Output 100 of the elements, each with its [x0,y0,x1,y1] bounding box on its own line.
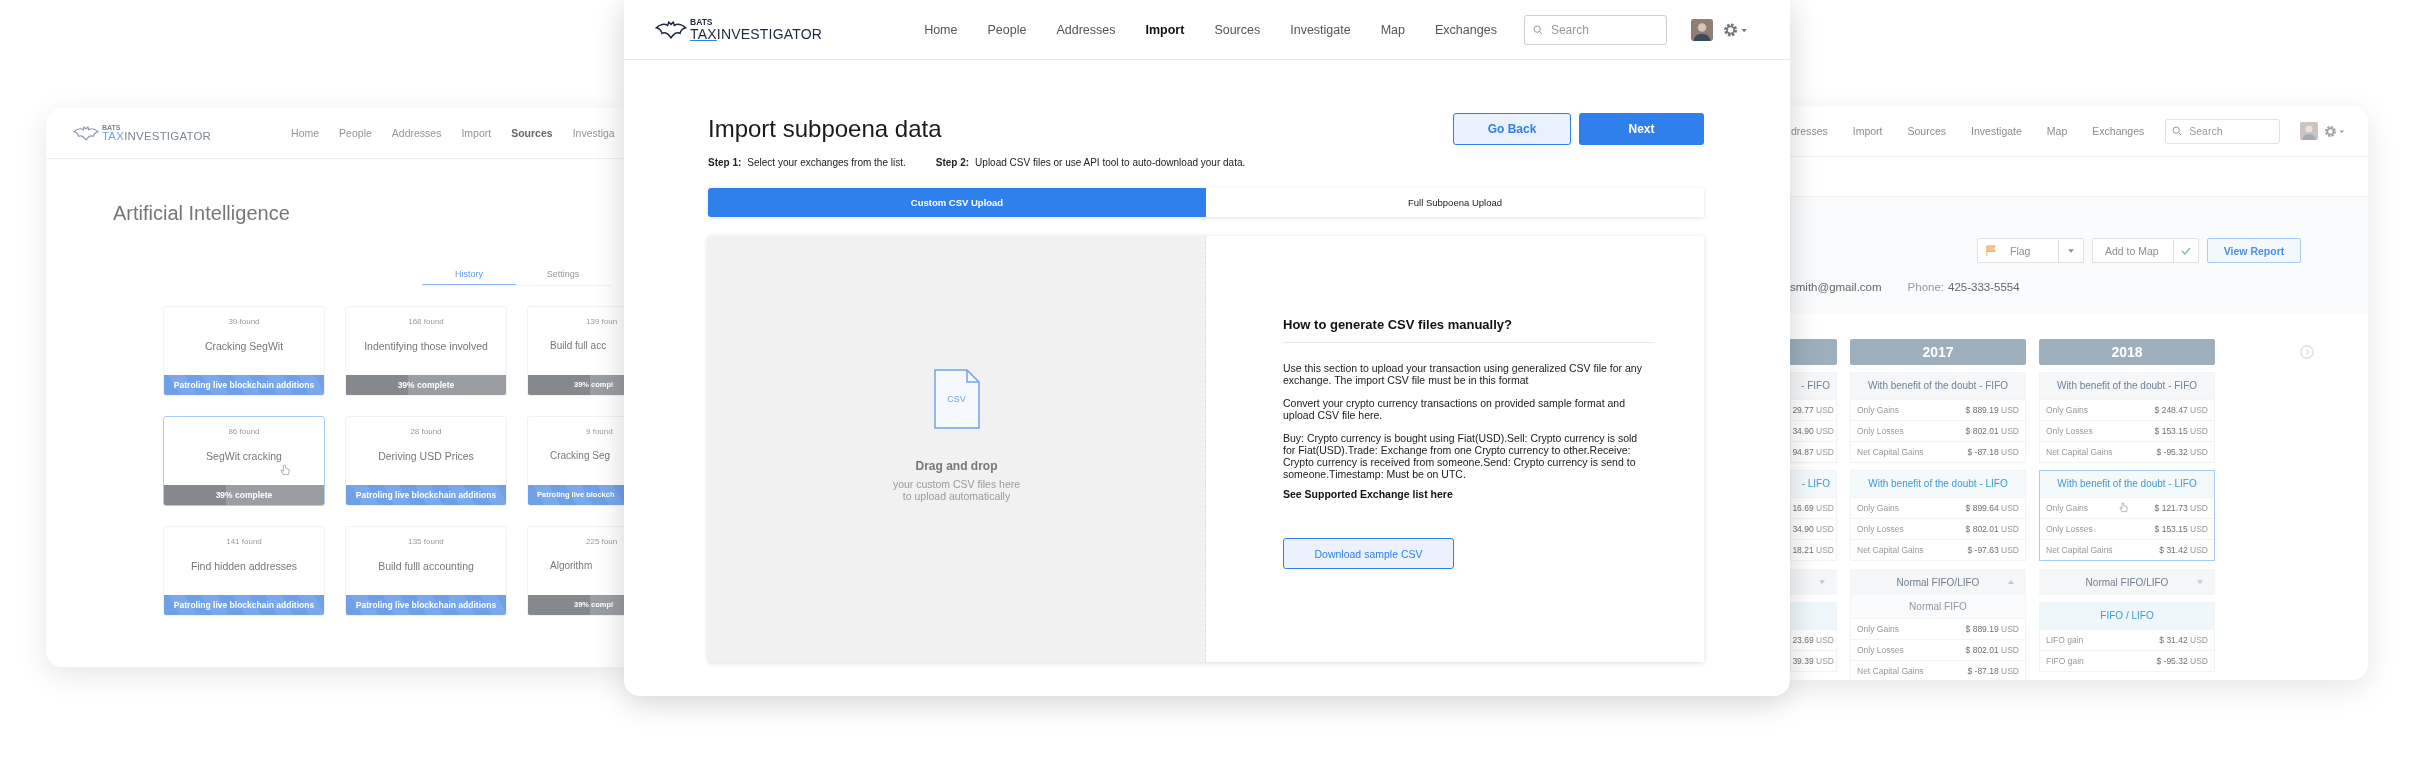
row-label: Only Gains [1857,503,1900,513]
nav-link[interactable]: Home [924,22,958,37]
row-label: Only Losses [1857,426,1904,436]
avatar-icon[interactable] [1690,18,1713,41]
gains-table[interactable]: - FIFO 29.77 USD 34.90 USD 94.87 USD [1790,372,1837,463]
flag-icon [1986,245,1997,256]
currency-text: USD [1816,545,1834,555]
back-button[interactable]: Go Back [1453,113,1571,145]
step-label: Step 2: [935,157,970,168]
gains-table[interactable]: With benefit of the doubt - LIFO Only Gains $ 121.73 USD Only Losses $ 153.15 USD Net Capital Gains $ 31.42 USD [2039,470,2215,561]
nav-link[interactable]: Addresses [1056,22,1116,37]
amount-text: 39.39 [1792,656,1814,666]
caret-icon[interactable] [2068,248,2074,253]
phone-label: Phone: [1907,281,1944,293]
gains-table[interactable]: 23.69 USD 39.39 USD [1790,602,1837,672]
table-title: With benefit of the doubt - FIFO [2056,380,2198,391]
task-card[interactable]: 39 found Cracking SegWit Patroling live blockchain additions [163,306,325,396]
nav-link[interactable]: People [339,127,372,139]
search-field[interactable]: Search [1523,14,1667,45]
amount-text: $ 889.19 [1965,624,1999,634]
nav-link[interactable]: Exchanges [1435,22,1497,37]
tab[interactable]: History [422,265,516,285]
gains-table[interactable]: With benefit of the doubt - LIFO Only Gains $ 899.64 USD Only Losses $ 802.01 USD Net Capital Gains $ -97.63 USD [1850,470,2026,561]
task-card[interactable]: 135 found Build fulll accounting Patroling live blockchain additions [345,526,507,616]
row-label: Only Gains [1857,624,1900,634]
nav-link[interactable]: Addresses [391,127,442,139]
currency-text: USD [2001,645,2019,655]
next-button[interactable]: Next [1579,113,1704,145]
row-label: Only Gains [2046,405,2089,415]
accordion-toggle[interactable]: Normal FIFO/LIFO [2039,569,2215,595]
nav-link[interactable]: Map [2046,125,2068,137]
gains-table[interactable]: Normal FIFO Only Gains $ 889.19 USD Only Losses $ 802.01 USD Net Capital Gains $ -87.18 USD [1850,595,2026,680]
found-count: 139 foun [586,317,618,326]
accordion-toggle[interactable] [1790,569,1837,595]
row-label: Only Losses [1857,645,1904,655]
drop-title: Drag and drop [915,458,998,473]
tab[interactable]: Custom CSV Upload [708,188,1206,217]
amount-text: $ 248.47 [2154,405,2188,415]
nav-link[interactable]: Sources [511,127,553,139]
amount-text: $ -95.32 [2156,656,2188,666]
nav-link[interactable]: Sources [1907,125,1947,137]
nav-link[interactable]: Sources [1214,22,1261,37]
nav-link[interactable]: Map [1380,22,1406,37]
currency-text: USD [2190,405,2208,415]
currency-text: USD [2190,447,2208,457]
nav-link[interactable]: Import [1852,125,1883,137]
amount-text: $ 153.15 [2154,524,2188,534]
currency-text: USD [2001,426,2019,436]
currency-text: USD [2001,545,2019,555]
nav-link[interactable]: Investigate [1290,22,1351,37]
currency-text: USD [2190,524,2208,534]
flag-button[interactable]: Flag [1977,238,2084,263]
task-card[interactable]: 168 found Indentifying those involved 39% complete [345,306,507,396]
task-title: Cracking Seg [550,450,611,461]
task-card[interactable]: 86 found SegWit cracking 39% complete [163,416,325,506]
nav-link[interactable]: Investigate [1971,125,2022,137]
amount-text: 94.87 [1792,447,1814,457]
add-to-map-button[interactable]: Add to Map [2092,238,2199,263]
year-header [1790,339,1837,365]
accordion-toggle[interactable]: Normal FIFO/LIFO [1850,569,2026,595]
task-card[interactable]: 141 found Find hidden addresses Patroling live blockchain additions [163,526,325,616]
gains-table[interactable]: With benefit of the doubt - FIFO Only Gains $ 889.19 USD Only Losses $ 802.01 USD Net Capital Gains $ -87.18 USD [1850,372,2026,463]
tab[interactable]: Settings [516,265,610,285]
task-title: SegWit cracking [206,450,282,462]
logo-wordmark: TAXINVESTIGATOR [102,130,212,143]
tab[interactable]: Full Subpoena Upload [1206,188,1704,217]
found-count: 141 found [226,537,262,546]
settings-icon[interactable] [1722,21,1749,38]
table-title: FIFO / LIFO [2100,610,2154,621]
download-button[interactable]: Download sample CSV [1283,538,1454,569]
nav-link[interactable]: Investiga [572,127,615,139]
nav-link[interactable]: dresses [1791,125,1828,137]
task-title: Build fulll accounting [378,560,474,572]
check-icon[interactable] [2181,246,2191,255]
task-title: Cracking SegWit [204,340,284,352]
task-card[interactable]: 28 found Deriving USD Prices Patroling live blockchain additions [345,416,507,506]
table-title: - LIFO [1801,478,1830,489]
nav-link[interactable]: Home [291,127,320,139]
gains-table[interactable]: With benefit of the doubt - FIFO Only Gains $ 248.47 USD Only Losses $ 153.15 USD Net Capital Gains $ -95.32 USD [2039,372,2215,463]
amount-text: $ 31.42 [2159,545,2188,555]
amount-text: 18.21 [1792,545,1814,555]
currency-text: USD [2190,656,2208,666]
currency-text: USD [1816,656,1834,666]
drop-zone[interactable]: CSV Drag and drop your custom CSV files here to upload automatically [708,236,1206,662]
search-field[interactable]: Search [2165,118,2281,144]
exchange-list-link[interactable]: See Supported Exchange list here [1283,488,1453,500]
nav-link[interactable]: Import [461,127,492,139]
amount-text: $ -87.18 [1967,447,1999,457]
gains-table[interactable]: - LIFO 16.69 USD 34.90 USD 18.21 USD [1790,470,1837,561]
row-label: Net Capital Gains [1857,666,1924,676]
nav-link[interactable]: People [987,22,1027,37]
found-count: 39 found [228,317,260,326]
amount-text: $ 899.64 [1965,503,1999,513]
currency-text: USD [1816,503,1834,513]
task-title: Build full acc [550,340,607,351]
view-report-button[interactable]: View Report [2207,238,2301,263]
nav-link[interactable]: Exchanges [2092,125,2145,137]
gains-table[interactable]: FIFO / LIFO LIFO gain $ 31.42 USD FIFO gain $ -95.32 USD [2039,602,2215,672]
amount-text: $ 802.01 [1965,645,1999,655]
nav-link[interactable]: Import [1145,22,1185,37]
